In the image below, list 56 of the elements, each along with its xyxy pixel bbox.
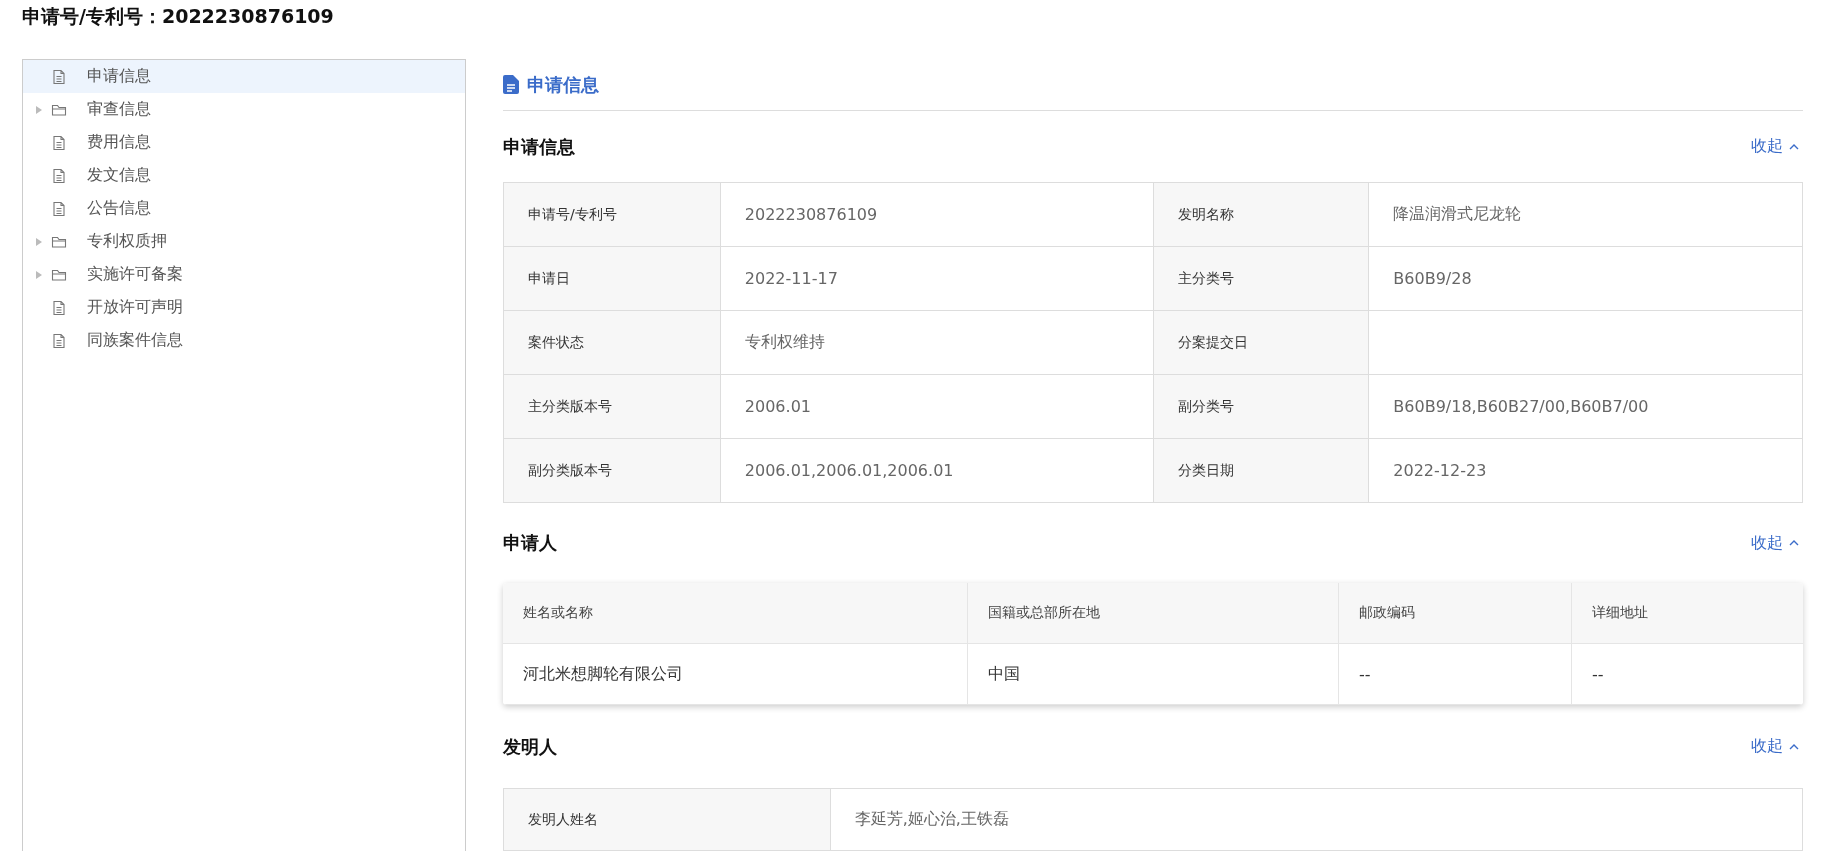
- field-label: 发明名称: [1154, 183, 1370, 247]
- field-label: 发明人姓名: [504, 789, 831, 851]
- chevron-icon[interactable]: [1789, 143, 1799, 150]
- tree-item[interactable]: 费用信息: [23, 126, 465, 159]
- table-cell: 中国: [968, 644, 1339, 704]
- field-label: 案件状态: [504, 311, 721, 375]
- field-value: 降温润滑式尼龙轮: [1369, 183, 1803, 247]
- tree-item[interactable]: 申请信息: [23, 60, 465, 93]
- field-value: 2006.01: [720, 375, 1155, 439]
- column-header: 国籍或总部所在地: [968, 583, 1339, 643]
- field-label: 主分类版本号: [504, 375, 721, 439]
- column-header: 姓名或名称: [503, 583, 968, 643]
- document-icon: [51, 167, 67, 184]
- section-title: 发明人: [503, 734, 557, 759]
- document-icon: [51, 134, 67, 151]
- field-value: 2022-11-17: [720, 247, 1155, 311]
- collapse-button[interactable]: 收起: [1747, 532, 1803, 554]
- field-label: 申请号/专利号: [504, 183, 721, 247]
- tree-item[interactable]: 审查信息: [23, 93, 465, 126]
- tree-item[interactable]: 开放许可声明: [23, 291, 465, 324]
- field-label: 副分类号: [1154, 375, 1370, 439]
- field-value: B60B9/18,B60B27/00,B60B7/00: [1369, 375, 1803, 439]
- document-icon: [503, 75, 519, 94]
- field-value: 2006.01,2006.01,2006.01: [720, 439, 1155, 503]
- field-label: 分类日期: [1154, 439, 1370, 503]
- document-icon: [51, 299, 67, 316]
- document-icon: [51, 332, 67, 349]
- column-header: 详细地址: [1591, 603, 1649, 622]
- collapse-button[interactable]: 收起: [1747, 136, 1803, 157]
- tree-item[interactable]: 同族案件信息: [23, 324, 465, 357]
- table-cell: 河北米想脚轮有限公司: [503, 644, 968, 704]
- field-label: 副分类版本号: [504, 439, 721, 503]
- tree-item[interactable]: 发文信息: [23, 159, 465, 192]
- field-value: 专利权维持: [720, 311, 1155, 375]
- table-cell-text: --: [1591, 663, 1605, 686]
- document-icon: [51, 68, 67, 85]
- field-value: 2022-12-23: [1369, 439, 1803, 503]
- field-label: 分案提交日: [1154, 311, 1370, 375]
- chevron-icon[interactable]: [1789, 743, 1799, 750]
- page-title: 申请号/专利号：2022230876109: [22, 4, 335, 29]
- tree-item[interactable]: 公告信息: [23, 192, 465, 225]
- tree-item[interactable]: 实施许可备案: [23, 258, 465, 291]
- section-heading: 申请信息: [527, 72, 599, 97]
- column-header: 邮政编码: [1339, 583, 1572, 643]
- field-value: B60B9/28: [1369, 247, 1803, 311]
- field-label: 主分类号: [1154, 247, 1370, 311]
- field-value: 李延芳,姬心治,王铁磊: [830, 789, 1803, 851]
- section-title: 申请信息: [503, 134, 575, 159]
- field-value: 2022230876109: [720, 183, 1155, 247]
- chevron-icon[interactable]: [1789, 540, 1799, 546]
- section-title: 申请人: [503, 531, 557, 555]
- tree-item[interactable]: 专利权质押: [23, 225, 465, 258]
- document-icon: [51, 200, 67, 217]
- field-label: 申请日: [504, 247, 721, 311]
- table-cell: --: [1339, 644, 1572, 704]
- collapse-button[interactable]: 收起: [1747, 736, 1803, 757]
